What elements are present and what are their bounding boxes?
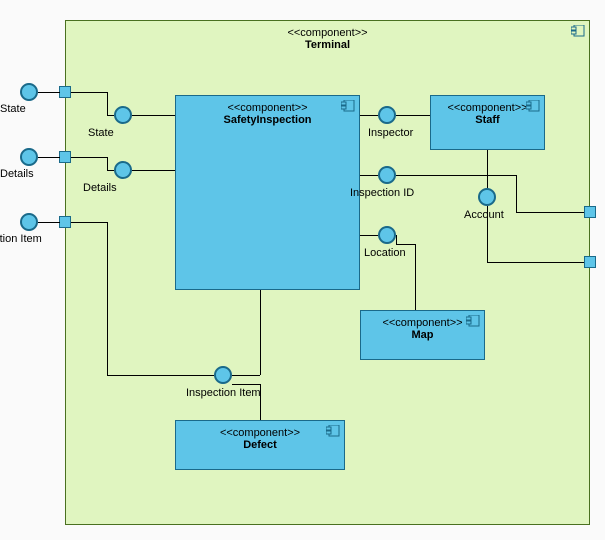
- defect-name: Defect: [176, 439, 344, 451]
- defect-component[interactable]: <<component>> Defect: [175, 420, 345, 470]
- terminal-name: Terminal: [66, 39, 589, 51]
- connector: [360, 235, 378, 236]
- connector: [396, 115, 430, 116]
- component-icon: [526, 100, 540, 112]
- state-ext-label: State: [0, 103, 26, 115]
- connector: [132, 170, 175, 171]
- connector: [107, 92, 108, 115]
- port-right-1[interactable]: [584, 206, 596, 218]
- inspection-id-label: Inspection ID: [350, 187, 414, 199]
- item-int-iface[interactable]: [214, 366, 232, 384]
- connector: [232, 384, 260, 385]
- connector: [516, 175, 517, 212]
- staff-component[interactable]: <<component>> Staff: [430, 95, 545, 150]
- connector: [132, 115, 175, 116]
- details-ext-iface[interactable]: [20, 148, 38, 166]
- connector: [396, 175, 516, 176]
- connector: [260, 384, 261, 420]
- connector: [107, 157, 108, 170]
- state-int-iface[interactable]: [114, 106, 132, 124]
- connector: [516, 212, 584, 213]
- connector: [107, 170, 114, 171]
- connector: [260, 290, 261, 375]
- defect-stereotype: <<component>>: [176, 421, 344, 439]
- connector: [107, 375, 214, 376]
- connector: [107, 222, 108, 375]
- details-ext-label: Details: [0, 168, 34, 180]
- connector: [360, 115, 378, 116]
- port-item[interactable]: [59, 216, 71, 228]
- map-component[interactable]: <<component>> Map: [360, 310, 485, 360]
- connector: [71, 222, 107, 223]
- staff-name: Staff: [431, 114, 544, 126]
- item-int-label: Inspection Item: [186, 387, 261, 399]
- safety-name: SafetyInspection: [176, 114, 359, 126]
- connector: [487, 206, 488, 262]
- connector: [360, 175, 378, 176]
- component-icon: [571, 25, 585, 37]
- details-int-label: Details: [83, 182, 117, 194]
- state-ext-iface[interactable]: [20, 83, 38, 101]
- connector: [71, 157, 107, 158]
- terminal-stereotype: <<component>>: [66, 27, 589, 39]
- connector: [232, 375, 260, 376]
- port-details[interactable]: [59, 151, 71, 163]
- connector: [415, 244, 416, 310]
- connector: [396, 244, 415, 245]
- map-name: Map: [361, 329, 484, 341]
- location-iface[interactable]: [378, 226, 396, 244]
- safety-stereotype: <<component>>: [176, 96, 359, 114]
- connector: [38, 157, 60, 158]
- connector: [487, 150, 488, 188]
- terminal-header: <<component>> Terminal: [66, 21, 589, 51]
- state-int-label: State: [88, 127, 114, 139]
- connector: [396, 235, 397, 244]
- connector: [38, 92, 60, 93]
- connector: [38, 222, 60, 223]
- connector: [71, 92, 107, 93]
- port-state[interactable]: [59, 86, 71, 98]
- component-icon: [341, 100, 355, 112]
- safety-inspection-component[interactable]: <<component>> SafetyInspection: [175, 95, 360, 290]
- inspector-label: Inspector: [368, 127, 413, 139]
- account-iface[interactable]: [478, 188, 496, 206]
- inspector-iface[interactable]: [378, 106, 396, 124]
- account-label: Account: [464, 209, 504, 221]
- diagram-canvas: <<component>> Terminal <<component>> Saf…: [0, 0, 605, 540]
- details-int-iface[interactable]: [114, 161, 132, 179]
- component-icon: [326, 425, 340, 437]
- item-ext-iface[interactable]: [20, 213, 38, 231]
- connector: [487, 262, 584, 263]
- location-label: Location: [364, 247, 406, 259]
- inspection-id-iface[interactable]: [378, 166, 396, 184]
- port-right-2[interactable]: [584, 256, 596, 268]
- connector: [107, 115, 114, 116]
- item-ext-label: ection Item: [0, 233, 42, 245]
- component-icon: [466, 315, 480, 327]
